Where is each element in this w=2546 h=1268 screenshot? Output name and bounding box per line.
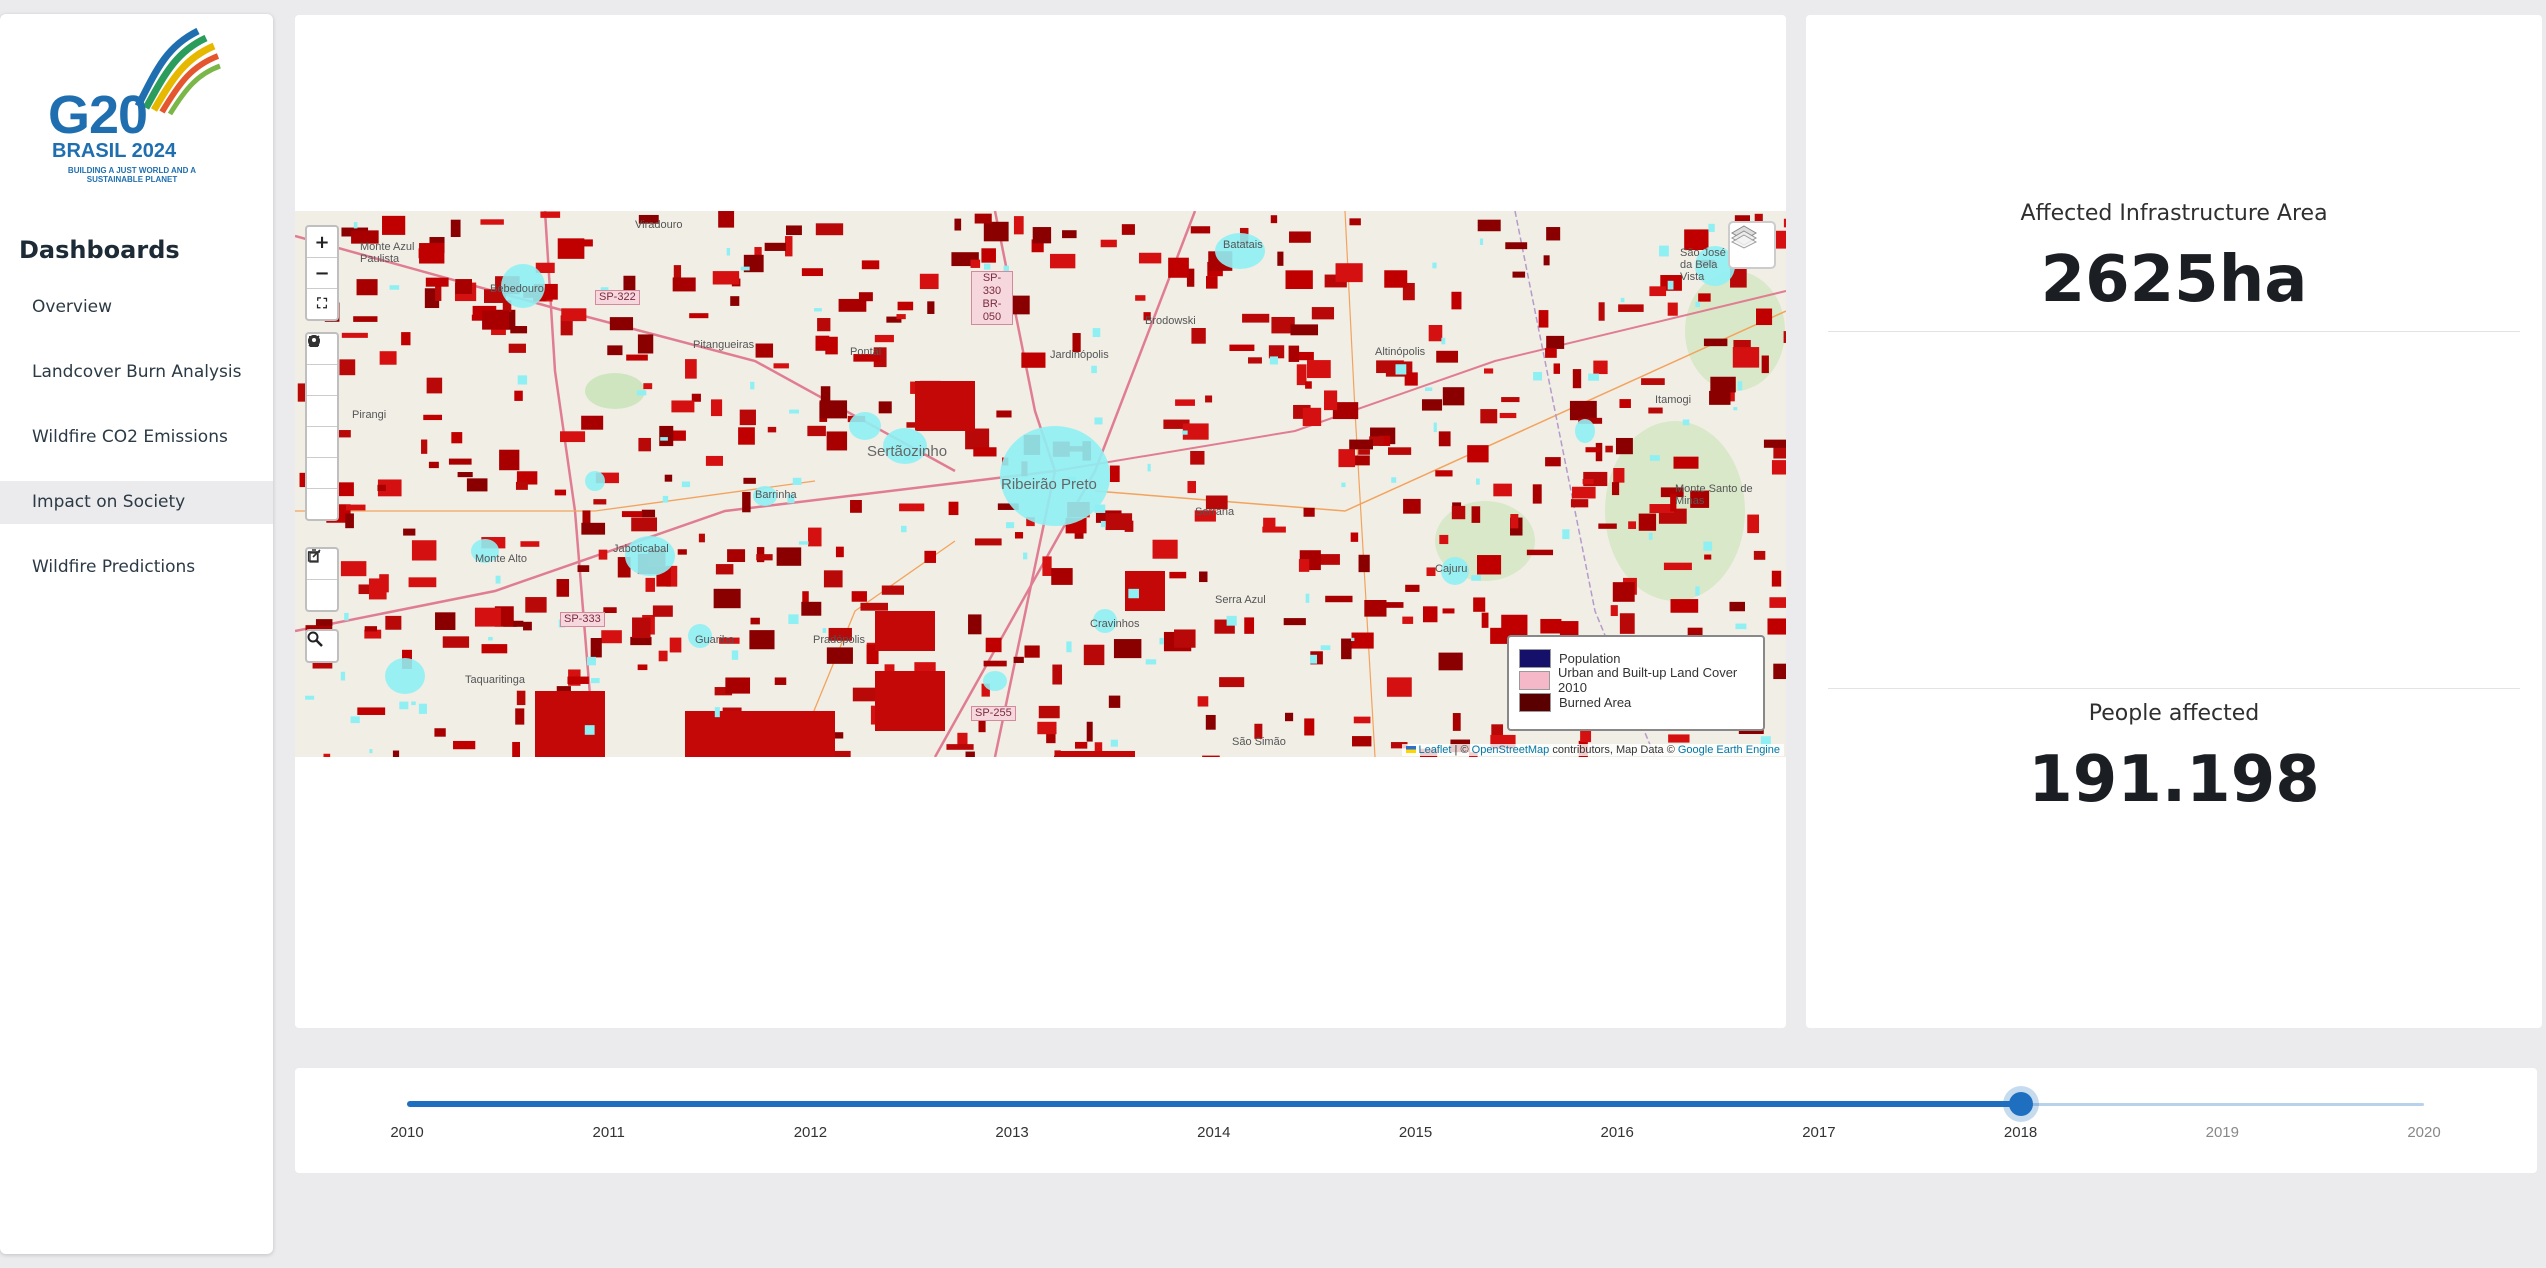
search-icon[interactable] (307, 631, 337, 661)
timeline-tick-label[interactable]: 2020 (2384, 1124, 2464, 1141)
search-control (305, 629, 339, 663)
legend-swatch (1519, 670, 1551, 690)
town-label: Guariba (695, 634, 735, 646)
town-label: Pradópolis (813, 634, 865, 646)
legend-swatch (1519, 648, 1551, 668)
osm-link[interactable]: OpenStreetMap (1472, 744, 1550, 756)
timeline-track-fill (407, 1101, 2021, 1107)
draw-circlemarker-icon[interactable] (307, 335, 337, 519)
road-label: SP-333 (560, 612, 605, 627)
divider (1828, 688, 2520, 689)
timeline-tick-label[interactable]: 2019 (2182, 1124, 2262, 1141)
layers-icon[interactable] (1728, 221, 1776, 269)
fullscreen-button[interactable]: ⛶ (307, 289, 337, 319)
town-label: Altinópolis (1375, 346, 1426, 358)
road-label: SP-255 (971, 706, 1016, 721)
map-view[interactable]: SP-322 SP-330 BR-050 SP-333 SP-255 Monte… (295, 211, 1786, 757)
map-attribution: Leaflet | © OpenStreetMap contributors, … (1402, 744, 1784, 756)
stats-card: Affected Infrastructure Area 2625ha Peop… (1806, 15, 2542, 1028)
draw-toolbar (305, 332, 339, 521)
draw-rectangle-icon[interactable] (307, 336, 337, 427)
draw-marker-icon[interactable] (307, 335, 337, 489)
town-label: Brodowski (1145, 315, 1196, 327)
town-label: Sertãozinho (867, 443, 948, 460)
timeline-tick-label[interactable]: 2017 (1779, 1124, 1859, 1141)
road-label: SP-330 BR-050 (971, 271, 1013, 325)
timeline-tick-label[interactable]: 2011 (569, 1124, 649, 1141)
divider (1828, 331, 2520, 332)
sidebar-title: Dashboards (19, 236, 180, 264)
map-legend: Population Urban and Built-up Land Cover… (1507, 635, 1765, 731)
draw-circle-icon[interactable] (307, 335, 337, 458)
town-label: Bebedouro (490, 283, 544, 295)
draw-polygon-icon[interactable] (307, 335, 337, 396)
attribution-sep: | © (1454, 744, 1469, 756)
attribution-text: contributors, Map Data © (1552, 744, 1675, 756)
town-label: São Simão (1232, 736, 1286, 748)
timeline-tick-label[interactable]: 2018 (1981, 1124, 2061, 1141)
legend-label: Burned Area (1559, 694, 1632, 710)
year-timeline: 2010 2011 2012 2013 2014 2015 2016 2017 2018 2019… (295, 1068, 2537, 1173)
ukraine-flag-icon (1406, 746, 1417, 753)
town-label: Taquaritinga (465, 674, 525, 686)
timeline-slider-handle[interactable] (2008, 1092, 2033, 1116)
sidebar-item-overview[interactable]: Overview (0, 286, 273, 329)
logo-brasil-text: BRASIL 2024 (52, 140, 177, 162)
leaflet-link[interactable]: Leaflet (1418, 744, 1451, 756)
logo-ribbons (134, 27, 221, 116)
town-label: Pitangueiras (693, 339, 755, 351)
town-label: Monte Alto (475, 553, 527, 565)
legend-item-urban: Urban and Built-up Land Cover 2010 (1519, 665, 1763, 695)
timeline-tick-label[interactable]: 2012 (770, 1124, 850, 1141)
people-affected-label: People affected (2088, 701, 2260, 726)
zoom-in-button[interactable]: + (307, 227, 337, 258)
sidebar-item-wildfire-co2-emissions[interactable]: Wildfire CO2 Emissions (0, 416, 273, 459)
sidebar: G20 BRASIL 2024 BUILDING A JUST WORLD AN… (0, 14, 273, 1254)
infrastructure-area-value: 2625ha (2040, 243, 2308, 317)
road-label: SP-322 (595, 290, 640, 305)
sidebar-nav: Overview Landcover Burn Analysis Wildfir… (0, 286, 273, 611)
town-label: Cravinhos (1090, 618, 1140, 630)
town-label: Pirangi (352, 409, 387, 421)
logo-g20-text: G20 (48, 85, 148, 145)
legend-label: Urban and Built-up Land Cover 2010 (1558, 665, 1738, 695)
town-label: Batatais (1223, 239, 1263, 251)
timeline-tick-label[interactable]: 2014 (1174, 1124, 1254, 1141)
town-label: Barrinha (755, 489, 797, 501)
timeline-tick-label[interactable]: 2015 (1376, 1124, 1456, 1141)
sidebar-item-impact-on-society[interactable]: Impact on Society (0, 481, 273, 524)
sidebar-item-wildfire-predictions[interactable]: Wildfire Predictions (0, 546, 273, 589)
town-label: Monte Santo de Minas (1675, 483, 1753, 507)
people-affected-value: 191.198 (2028, 743, 2320, 817)
edit-toolbar (305, 547, 339, 612)
timeline-tick-label[interactable]: 2010 (367, 1124, 447, 1141)
zoom-out-button[interactable]: − (307, 258, 337, 289)
town-label: Pontal (850, 346, 882, 358)
infrastructure-area-label: Affected Infrastructure Area (2020, 201, 2328, 226)
timeline-tick-label[interactable]: 2016 (1577, 1124, 1657, 1141)
town-label: Monte Azul Paulista (360, 241, 415, 265)
zoom-controls: + − ⛶ (305, 225, 339, 321)
gee-link[interactable]: Google Earth Engine (1678, 744, 1780, 756)
town-label: Viradouro (635, 219, 683, 231)
town-label: Cajuru (1435, 563, 1468, 575)
legend-label: Population (1559, 650, 1621, 666)
g20-brasil-logo: G20 BRASIL 2024 BUILDING A JUST WORLD AN… (48, 26, 228, 186)
town-label: Ribeirão Preto (1001, 476, 1097, 493)
town-label: Jaboticabal (613, 543, 669, 555)
town-label: Serra Azul (1215, 594, 1266, 606)
town-label: Jardinópolis (1050, 349, 1109, 361)
delete-layers-icon[interactable] (307, 549, 337, 610)
logo-tagline: BUILDING A JUST WORLD AND A SUSTAINABLE … (67, 166, 197, 184)
legend-swatch (1519, 692, 1551, 712)
town-label: Itamogi (1655, 394, 1692, 406)
sidebar-item-landcover-burn-analysis[interactable]: Landcover Burn Analysis (0, 351, 273, 394)
timeline-tick-label[interactable]: 2013 (972, 1124, 1052, 1141)
town-label: Serrana (1195, 506, 1235, 518)
